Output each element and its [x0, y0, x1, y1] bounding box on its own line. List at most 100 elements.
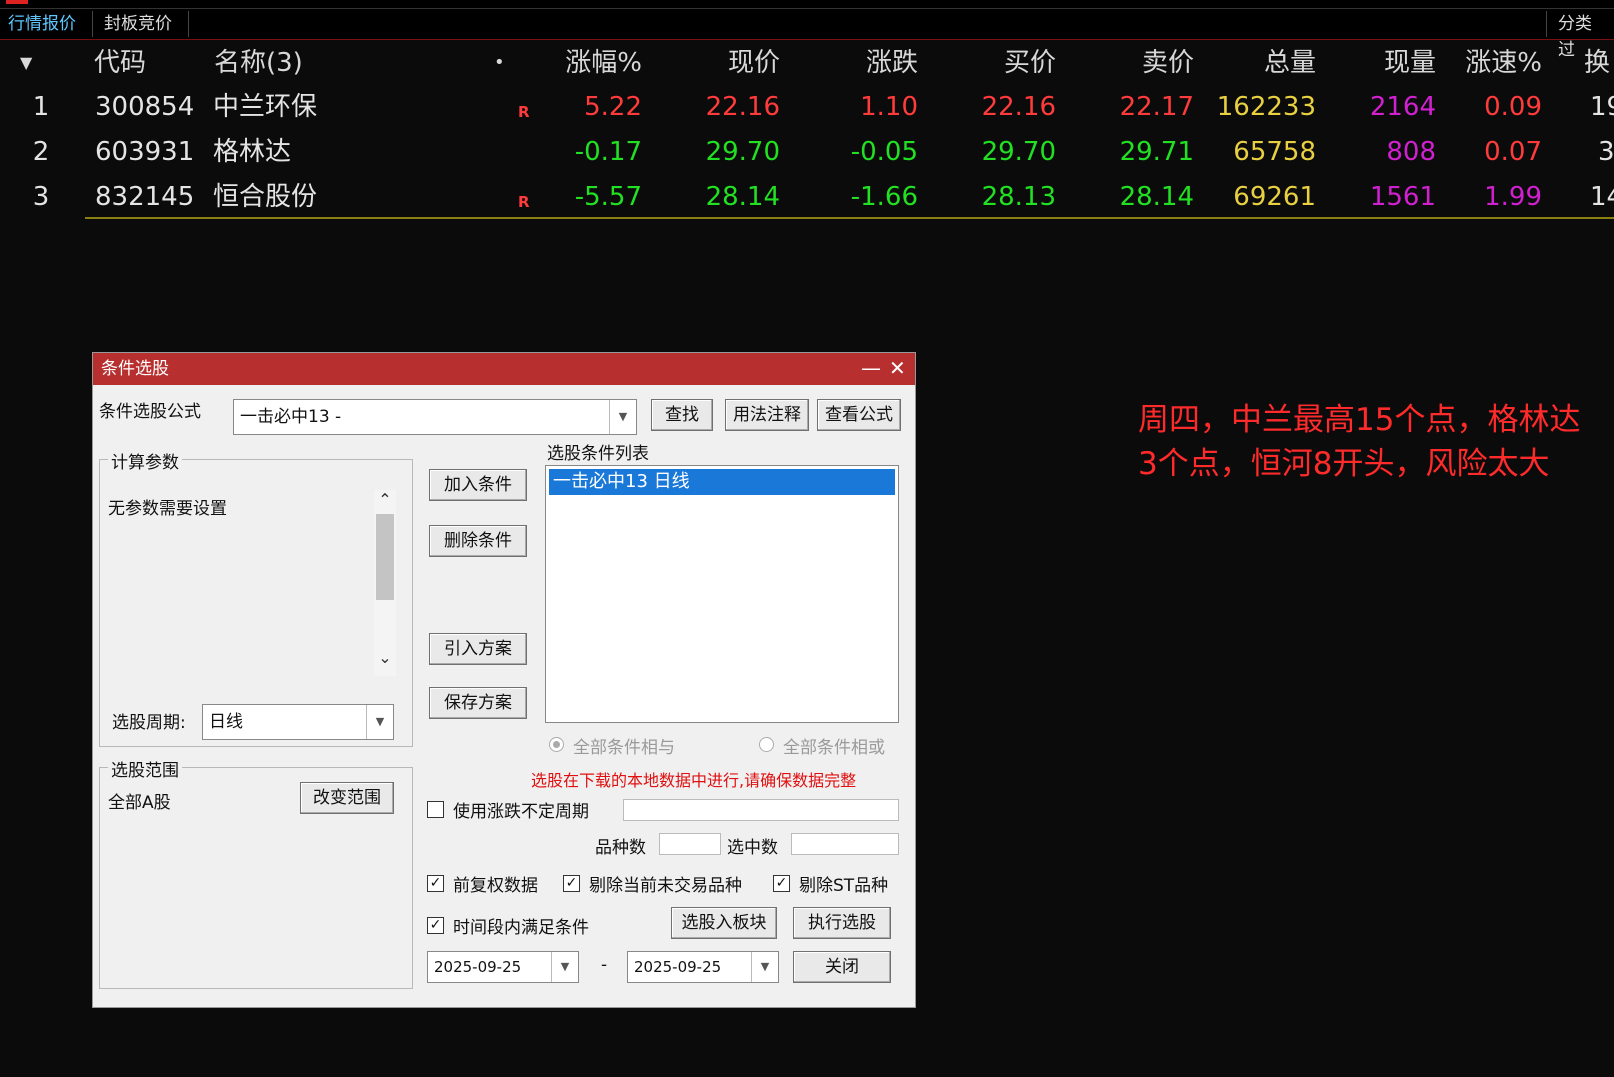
app-logo-mark [6, 0, 28, 4]
row-current-volume: 1561 [1369, 182, 1436, 212]
condition-list[interactable]: 一击必中13 日线 [545, 465, 899, 723]
col-header-price[interactable]: 现价 [660, 41, 780, 85]
row-speed: 0.07 [1484, 137, 1542, 167]
timerange-label: 时间段内满足条件 [453, 918, 589, 938]
scroll-thumb[interactable] [376, 514, 394, 600]
tab-quotes[interactable]: 行情报价 [0, 11, 84, 37]
row-price: 22.16 [705, 92, 780, 122]
dialog-title: 条件选股 [101, 359, 169, 379]
close-icon[interactable]: ✕ [889, 353, 906, 383]
radio-and[interactable] [549, 737, 564, 752]
chevron-down-icon[interactable]: ▼ [609, 400, 636, 434]
row-speed: 0.09 [1484, 92, 1542, 122]
exclude-st-checkbox[interactable]: ✓ [773, 875, 790, 892]
save-to-block-button[interactable]: 选股入板块 [671, 907, 777, 939]
window-top-bar [0, 0, 1614, 9]
col-header-bid[interactable]: 买价 [940, 41, 1056, 85]
row-index: 1 [32, 92, 50, 122]
uncertain-period-field[interactable] [623, 799, 899, 821]
chevron-down-icon[interactable]: ▼ [366, 705, 393, 739]
chevron-down-icon[interactable]: ▼ [551, 952, 578, 982]
params-text: 无参数需要设置 [108, 499, 227, 519]
sort-dropdown-icon[interactable]: ▼ [20, 41, 44, 85]
radio-or[interactable] [759, 737, 774, 752]
table-row[interactable]: 2 603931 格林达 -0.17 29.70 -0.05 29.70 29.… [0, 130, 1614, 174]
calc-params-title: 计算参数 [108, 448, 182, 473]
col-header-speed[interactable]: 涨速% [1440, 41, 1542, 85]
chevron-down-icon[interactable]: ▼ [751, 952, 778, 982]
close-button[interactable]: 关闭 [793, 951, 891, 983]
scroll-up-icon[interactable]: ⌃ [374, 490, 396, 509]
execute-screen-button[interactable]: 执行选股 [793, 907, 891, 939]
date-separator: - [601, 955, 608, 975]
selected-count-label: 选中数 [727, 838, 778, 858]
find-button[interactable]: 查找 [651, 399, 713, 431]
formula-select[interactable]: 一击必中13 - ▼ [233, 399, 637, 435]
row-name: 格林达 [213, 137, 292, 167]
uncertain-period-label: 使用涨跌不定周期 [453, 802, 589, 822]
row-change: -1.66 [850, 182, 918, 212]
exclude-st-label: 剔除ST品种 [799, 876, 889, 896]
col-header-current-volume[interactable]: 现量 [1330, 41, 1436, 85]
row-code: 300854 [95, 92, 195, 122]
tab-category-filter[interactable]: 分类过 [1550, 11, 1614, 60]
data-warning: 选股在下载的本地数据中进行,请确保数据完整 [531, 771, 857, 790]
table-bottom-divider [85, 217, 1614, 219]
row-index: 2 [32, 137, 50, 167]
period-value: 日线 [209, 712, 243, 732]
row-change: -0.05 [850, 137, 918, 167]
change-range-button[interactable]: 改变范围 [300, 782, 394, 814]
row-pct: -5.57 [574, 182, 642, 212]
tab-auction[interactable]: 封板竞价 [96, 11, 180, 37]
dialog-title-bar[interactable]: 条件选股 — ✕ [93, 353, 915, 385]
radio-and-label: 全部条件相与 [573, 738, 675, 758]
range-title: 选股范围 [108, 756, 182, 781]
minimize-icon[interactable]: — [861, 353, 881, 383]
view-formula-button[interactable]: 查看公式 [817, 399, 901, 431]
timerange-checkbox[interactable]: ✓ [427, 917, 444, 934]
scroll-down-icon[interactable]: ⌄ [374, 648, 396, 667]
delete-condition-button[interactable]: 删除条件 [429, 525, 527, 557]
row-ask: 29.71 [1119, 137, 1194, 167]
date-from-picker[interactable]: 2025-09-25 ▼ [427, 951, 579, 983]
list-item[interactable]: 一击必中13 日线 [549, 469, 895, 495]
col-header-volume[interactable]: 总量 [1200, 41, 1316, 85]
period-select[interactable]: 日线 ▼ [202, 704, 394, 740]
period-label: 选股周期: [112, 713, 186, 733]
tab-bar: 行情报价 封板竞价 分类过 [0, 9, 1614, 60]
row-current-volume: 808 [1386, 137, 1436, 167]
row-volume: 69261 [1233, 182, 1316, 212]
tab-divider [1546, 11, 1547, 37]
range-group: 选股范围 全部A股 改变范围 [99, 756, 413, 989]
params-scrollbar[interactable]: ⌃ ⌄ [374, 490, 396, 676]
import-plan-button[interactable]: 引入方案 [429, 633, 527, 665]
date-from-value: 2025-09-25 [434, 958, 522, 976]
col-header-code[interactable]: 代码 [94, 41, 146, 85]
exclude-untraded-checkbox[interactable]: ✓ [563, 875, 580, 892]
col-header-ask[interactable]: 卖价 [1080, 41, 1194, 85]
usage-notes-button[interactable]: 用法注释 [725, 399, 809, 431]
date-to-picker[interactable]: 2025-09-25 ▼ [627, 951, 779, 983]
col-header-dot: • [494, 52, 505, 73]
save-plan-button[interactable]: 保存方案 [429, 687, 527, 719]
row-turnover: 3 [1598, 137, 1614, 167]
row-code: 603931 [95, 137, 195, 167]
table-row[interactable]: 3 832145 恒合股份 R -5.57 28.14 -1.66 28.13 … [0, 175, 1614, 219]
range-value: 全部A股 [108, 793, 171, 813]
adjusted-data-checkbox[interactable]: ✓ [427, 875, 444, 892]
col-header-change[interactable]: 涨跌 [800, 41, 918, 85]
col-header-turnover[interactable]: 换 [1584, 41, 1610, 85]
col-header-name[interactable]: 名称(3) [214, 41, 303, 85]
row-bid: 28.13 [981, 182, 1056, 212]
add-condition-button[interactable]: 加入条件 [429, 469, 527, 501]
row-bid: 22.16 [981, 92, 1056, 122]
row-turnover: 19 [1590, 92, 1614, 122]
col-header-pct[interactable]: 涨幅% [520, 41, 642, 85]
row-index: 3 [32, 182, 50, 212]
uncertain-period-checkbox[interactable] [427, 801, 444, 818]
row-change: 1.10 [860, 92, 918, 122]
table-row[interactable]: 1 300854 中兰环保 R 5.22 22.16 1.10 22.16 22… [0, 85, 1614, 129]
formula-value: 一击必中13 - [240, 407, 342, 427]
note-line-2: 3个点，恒河8开头，风险太大 [1138, 446, 1550, 482]
note-line-1: 周四，中兰最高15个点，格林达 [1138, 402, 1581, 438]
